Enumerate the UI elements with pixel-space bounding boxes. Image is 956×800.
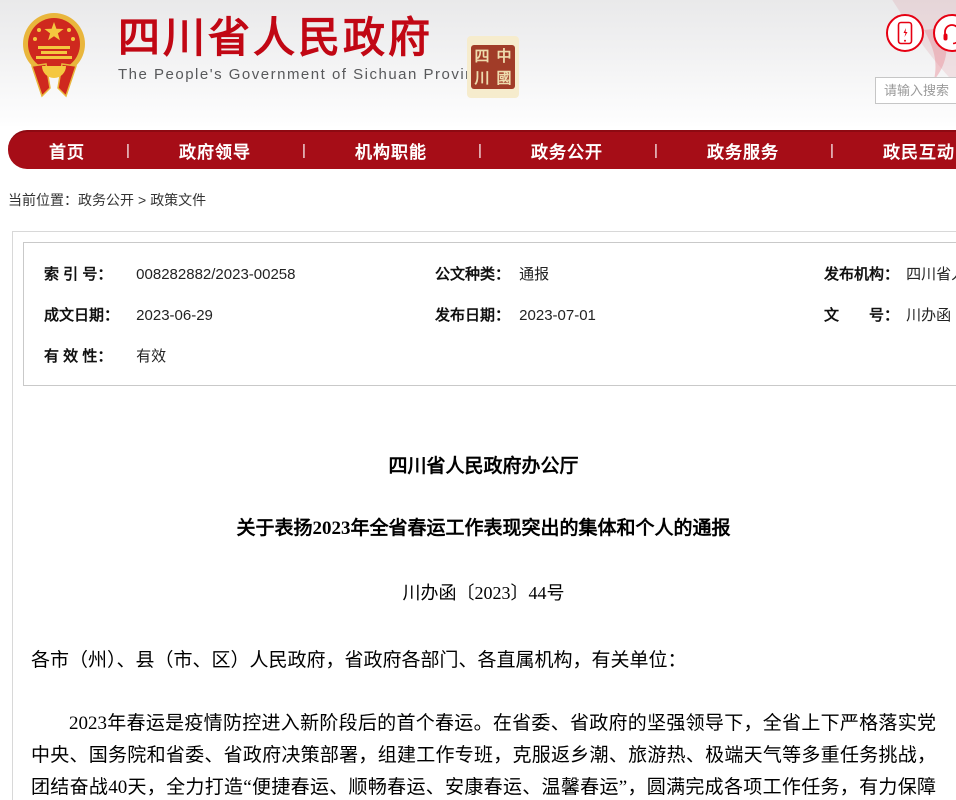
- document-title: 关于表扬2023年全省春运工作表现突出的集体和个人的通报: [31, 518, 936, 540]
- nav-item-institutional-functions[interactable]: 机构职能: [304, 138, 478, 163]
- meta-written-date: 成文日期： 2023-06-29: [44, 306, 435, 326]
- meta-empty-cell: [824, 347, 956, 367]
- breadcrumb-separator: >: [138, 192, 146, 208]
- meta-label: 发布机构：: [824, 265, 902, 285]
- document-issuing-office: 四川省人民政府办公厅: [31, 456, 936, 478]
- decorative-ribbon: [816, 0, 956, 126]
- meta-issuing-agency: 发布机构： 四川省人: [824, 265, 956, 285]
- meta-document-number: 文 号： 川办函〔: [824, 306, 956, 326]
- seal-char: 川: [471, 67, 493, 89]
- nav-item-government-services[interactable]: 政务服务: [656, 138, 830, 163]
- headset-icon: [942, 21, 956, 45]
- document-meta-table: 索 引 号： 008282882/2023-00258 公文种类： 通报 发布机…: [23, 242, 956, 386]
- meta-label: 发布日期：: [435, 306, 515, 326]
- meta-empty-cell: [435, 347, 824, 367]
- china-sichuan-seal-icon: 四 中 川 國: [467, 36, 519, 98]
- meta-value: 2023-07-01: [519, 307, 596, 324]
- meta-label: 有 效 性：: [44, 347, 132, 367]
- meta-value: 川办函〔: [906, 307, 956, 324]
- document-paragraph: 2023年春运是疫情防控进入新阶段后的首个春运。在省委、省政府的坚强领导下，全省…: [31, 708, 936, 800]
- nav-item-home[interactable]: 首页: [8, 138, 126, 163]
- meta-document-type: 公文种类： 通报: [435, 265, 824, 285]
- search-input[interactable]: [875, 77, 956, 104]
- meta-validity: 有 效 性： 有效: [44, 347, 435, 367]
- nav-item-government-leaders[interactable]: 政府领导: [128, 138, 302, 163]
- meta-publish-date: 发布日期： 2023-07-01: [435, 306, 824, 326]
- breadcrumb: 当前位置：政务公开>政策文件: [8, 190, 206, 210]
- site-title: 四川省人民政府: [118, 16, 494, 60]
- document-salutation: 各市（州）、县（市、区）人民政府，省政府各部门、各直属机构，有关单位：: [31, 648, 936, 674]
- nav-separator: |: [478, 142, 480, 159]
- meta-value: 008282882/2023-00258: [136, 266, 295, 283]
- main-nav: 首页 | 政府领导 | 机构职能 | 政务公开 | 政务服务 | 政民互动: [8, 130, 956, 169]
- meta-value: 2023-06-29: [136, 307, 213, 324]
- seal-char: 四: [471, 45, 493, 67]
- nav-item-government-affairs[interactable]: 政务公开: [480, 138, 654, 163]
- site-subtitle: The People's Government of Sichuan Provi…: [118, 66, 494, 83]
- nav-separator: |: [302, 142, 304, 159]
- breadcrumb-prefix: 当前位置：: [8, 192, 78, 208]
- meta-label: 公文种类：: [435, 265, 515, 285]
- site-header: 四川省人民政府 The People's Government of Sichu…: [0, 0, 956, 126]
- breadcrumb-link-zhengcewenjian[interactable]: 政策文件: [150, 192, 206, 208]
- seal-char: 中: [493, 45, 515, 67]
- national-emblem-icon[interactable]: [22, 8, 86, 98]
- nav-item-public-interaction[interactable]: 政民互动: [832, 138, 956, 163]
- mobile-phone-icon: [897, 21, 913, 45]
- meta-value: 有效: [136, 348, 166, 365]
- nav-separator: |: [830, 142, 832, 159]
- document-reference-number: 川办函〔2023〕44号: [31, 582, 936, 604]
- mobile-version-button[interactable]: [886, 14, 924, 52]
- document-container: 索 引 号： 008282882/2023-00258 公文种类： 通报 发布机…: [12, 231, 956, 800]
- nav-separator: |: [126, 142, 128, 159]
- meta-label: 文 号：: [824, 306, 902, 326]
- seal-char: 國: [493, 67, 515, 89]
- meta-value: 四川省人: [906, 266, 956, 283]
- document-body: 四川省人民政府办公厅 关于表扬2023年全省春运工作表现突出的集体和个人的通报 …: [31, 383, 936, 800]
- meta-value: 通报: [519, 266, 549, 283]
- service-hotline-button[interactable]: [933, 14, 956, 52]
- meta-label: 成文日期：: [44, 306, 132, 326]
- meta-label: 索 引 号：: [44, 265, 132, 285]
- site-logo-link[interactable]: 四川省人民政府 The People's Government of Sichu…: [118, 16, 494, 83]
- meta-index-number: 索 引 号： 008282882/2023-00258: [44, 265, 435, 285]
- nav-separator: |: [654, 142, 656, 159]
- breadcrumb-link-zhengwugongkai[interactable]: 政务公开: [78, 192, 134, 208]
